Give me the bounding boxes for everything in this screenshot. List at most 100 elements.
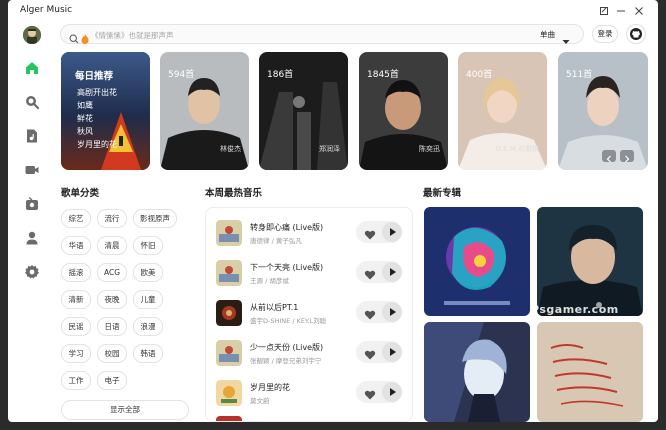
album-card[interactable] — [537, 207, 643, 316]
play-button[interactable] — [382, 302, 402, 322]
playlist-icon[interactable] — [24, 128, 40, 144]
play-button[interactable] — [382, 342, 402, 362]
search-bar[interactable]: 《情愫愫》也就是那声声 — [60, 24, 584, 44]
category-tag[interactable]: 电子 — [97, 371, 127, 390]
user-icon[interactable] — [24, 230, 40, 246]
radio-icon[interactable] — [24, 196, 40, 212]
daily-song: 如鹰 — [77, 101, 93, 110]
show-all-button[interactable]: 显示全部 — [61, 400, 189, 420]
carousel-next-button[interactable] — [620, 150, 634, 163]
artist-card[interactable]: 400首 G.E.M.邓紫棋 — [458, 52, 547, 170]
category-tag[interactable]: 摇滚 — [61, 263, 91, 282]
heart-icon[interactable] — [364, 346, 376, 360]
search-icon[interactable] — [24, 94, 40, 110]
video-icon[interactable] — [24, 162, 40, 178]
play-button[interactable] — [382, 222, 402, 242]
list-item[interactable]: 岁月里的花 莫文蔚 — [216, 378, 406, 408]
heart-icon[interactable] — [364, 266, 376, 280]
close-icon[interactable] — [633, 5, 645, 17]
title-bar[interactable]: Alger Music — [8, 0, 658, 22]
artist-song-count: 186首 — [267, 70, 294, 80]
gear-icon[interactable] — [24, 264, 40, 280]
song-cover — [216, 340, 242, 366]
category-tag[interactable]: 综艺 — [61, 209, 91, 228]
category-tag[interactable]: ACG — [97, 263, 127, 282]
fire-icon — [81, 29, 89, 48]
song-artist: 张靓颖 / 摩登兄弟刘宇宁 — [250, 357, 322, 365]
list-item[interactable]: 转身即心痛 (Live版) 唐德律 / 黄子弘凡 — [216, 218, 406, 248]
artist-card[interactable]: 594首 林俊杰 — [160, 52, 249, 170]
album-section-title: 最新专辑 — [423, 188, 462, 199]
hot-song-list: 转身即心痛 (Live版) 唐德律 / 黄子弘凡 下一个天亮 (Live版) 王… — [205, 207, 413, 422]
category-tag[interactable]: 流行 — [97, 209, 127, 228]
song-controls — [356, 381, 402, 403]
category-tag[interactable]: 浪漫 — [133, 317, 163, 336]
song-title: 转身即心痛 (Live版) — [250, 223, 324, 232]
heart-icon[interactable] — [364, 386, 376, 400]
heart-icon[interactable] — [364, 226, 376, 240]
category-tag[interactable]: 影视原声 — [133, 209, 177, 228]
list-item[interactable]: 从前以后PT.1 盛宇D-SHINE / KEY.L刘聪 — [216, 298, 406, 328]
artist-card[interactable]: 1845首 陈奕迅 — [359, 52, 448, 170]
minimize-button[interactable] — [615, 5, 627, 17]
category-tag[interactable]: 学习 — [61, 344, 91, 363]
chevron-down-icon[interactable] — [562, 30, 570, 49]
song-title: 岁月里的花 — [250, 383, 290, 392]
song-cover — [216, 220, 242, 246]
category-tag[interactable]: 日语 — [97, 317, 127, 336]
daily-song: 秋风 — [77, 127, 93, 136]
song-controls — [356, 301, 402, 323]
album-card[interactable] — [424, 322, 530, 422]
category-tag[interactable]: 校园 — [97, 344, 127, 363]
app-title: Alger Music — [20, 5, 73, 15]
artist-card[interactable]: 511首 王嘉尔 — [558, 52, 648, 170]
song-artist: 盛宇D-SHINE / KEY.L刘聪 — [250, 317, 327, 325]
home-icon[interactable] — [24, 60, 40, 76]
list-item[interactable]: 少一点天份 (Live版) 张靓颖 / 摩登兄弟刘宇宁 — [216, 338, 406, 368]
artist-card[interactable]: 186首 郑润泽 — [259, 52, 348, 170]
category-tag[interactable]: 儿童 — [133, 290, 163, 309]
artist-song-count: 1845首 — [367, 70, 399, 80]
album-card[interactable] — [537, 322, 643, 422]
category-tag[interactable]: 工作 — [61, 371, 91, 390]
artist-name: 郑润泽 — [319, 145, 340, 153]
category-tag[interactable]: 欧美 — [133, 263, 163, 282]
category-tag[interactable]: 清晨 — [97, 236, 127, 255]
song-controls — [356, 341, 402, 363]
category-tag[interactable]: 民谣 — [61, 317, 91, 336]
play-button[interactable] — [382, 262, 402, 282]
category-tag[interactable]: 韩语 — [133, 344, 163, 363]
song-controls — [356, 221, 402, 243]
artist-song-count: 594首 — [168, 70, 195, 80]
app-window: Alger Music 《情愫愫》也就是那声声 单曲 登录 每日推荐 高剧开出花… — [8, 0, 658, 422]
daily-recommend-card[interactable]: 每日推荐 高剧开出花 如鹰 鲜花 秋风 岁月里的花 — [61, 52, 150, 170]
song-title: 下一个天亮 (Live版) — [250, 263, 324, 272]
daily-song: 高剧开出花 — [77, 88, 117, 97]
search-icon — [69, 29, 79, 48]
list-item[interactable]: 下一个天亮 (Live版) 王源 / 胡彦斌 — [216, 258, 406, 288]
category-tag[interactable]: 清新 — [61, 290, 91, 309]
artist-name: G.E.M.邓紫棋 — [495, 145, 539, 153]
category-tag[interactable]: 夜晚 — [97, 290, 127, 309]
album-card[interactable] — [424, 207, 530, 316]
minimize-icon[interactable] — [598, 5, 610, 17]
search-mode-select[interactable]: 单曲 — [540, 29, 555, 40]
artist-song-count: 400首 — [466, 70, 493, 80]
song-artist: 王源 / 胡彦斌 — [250, 277, 289, 285]
heart-icon[interactable] — [364, 306, 376, 320]
song-cover — [216, 416, 242, 421]
login-button[interactable]: 登录 — [592, 25, 618, 43]
song-cover — [216, 380, 242, 406]
carousel-prev-button[interactable] — [602, 150, 616, 163]
daily-song: 鲜花 — [77, 114, 93, 123]
avatar[interactable] — [23, 26, 41, 44]
play-button[interactable] — [382, 382, 402, 402]
github-icon[interactable] — [626, 24, 646, 44]
search-input[interactable]: 《情愫愫》也就是那声声 — [91, 30, 174, 41]
daily-song: 岁月里的花 — [77, 140, 117, 149]
category-tag[interactable]: 怀旧 — [133, 236, 163, 255]
hot-section-title: 本周最热音乐 — [205, 188, 263, 199]
category-tag[interactable]: 华语 — [61, 236, 91, 255]
artist-name: 陈奕迅 — [419, 145, 440, 153]
watermark: Psgamer.com — [531, 303, 619, 316]
